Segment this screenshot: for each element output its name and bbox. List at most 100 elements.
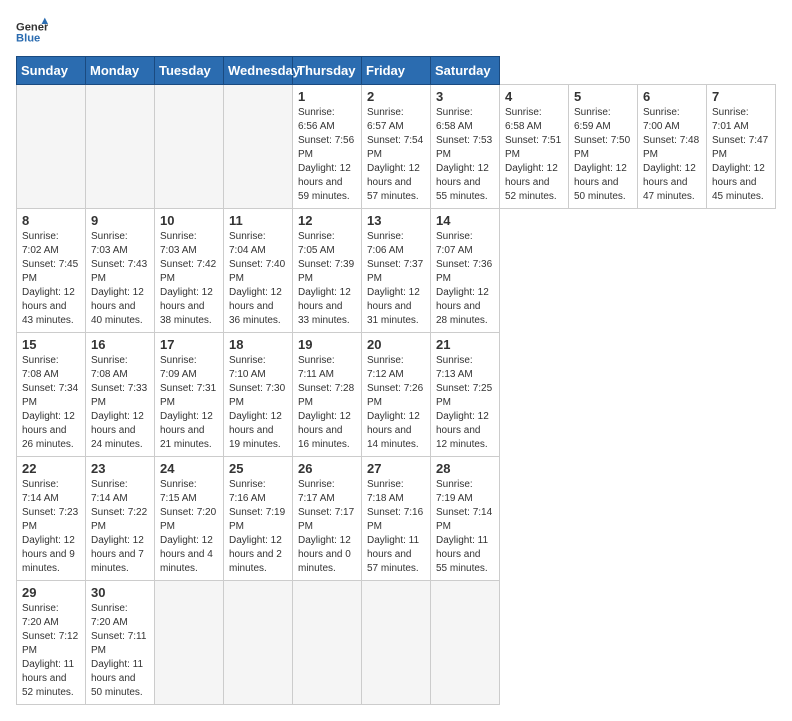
day-info: Sunrise: 7:20 AMSunset: 7:12 PMDaylight:… — [22, 602, 80, 700]
day-cell — [86, 85, 155, 209]
day-number: 30 — [91, 585, 149, 600]
day-cell: 15Sunrise: 7:08 AMSunset: 7:34 PMDayligh… — [17, 333, 86, 457]
day-info: Sunrise: 7:08 AMSunset: 7:33 PMDaylight:… — [91, 354, 149, 452]
logo-icon: General Blue — [16, 16, 48, 48]
day-number: 23 — [91, 461, 149, 476]
day-number: 1 — [298, 89, 356, 104]
day-cell: 24 Sunrise: 7:15 AMSunset: 7:20 PMDayligh… — [155, 457, 224, 581]
day-info: Sunrise: 7:05 AMSunset: 7:39 PMDaylight:… — [298, 230, 356, 328]
day-info: Sunrise: 7:15 AMSunset: 7:20 PMDaylight:… — [160, 478, 218, 576]
day-number: 5 — [574, 89, 632, 104]
day-info: Sunrise: 7:06 AMSunset: 7:37 PMDaylight:… — [367, 230, 425, 328]
day-cell: 1 Sunrise: 6:56 AMSunset: 7:56 PMDaylight… — [293, 85, 362, 209]
day-cell: 6 Sunrise: 7:00 AMSunset: 7:48 PMDaylight… — [638, 85, 707, 209]
svg-text:Blue: Blue — [16, 33, 40, 45]
day-cell: 20 Sunrise: 7:12 AMSunset: 7:26 PMDayligh… — [362, 333, 431, 457]
day-info: Sunrise: 7:07 AMSunset: 7:36 PMDaylight:… — [436, 230, 494, 328]
day-cell: 2 Sunrise: 6:57 AMSunset: 7:54 PMDaylight… — [362, 85, 431, 209]
day-number: 29 — [22, 585, 80, 600]
day-number: 25 — [229, 461, 287, 476]
day-info: Sunrise: 6:59 AMSunset: 7:50 PMDaylight:… — [574, 106, 632, 204]
day-number: 3 — [436, 89, 494, 104]
day-number: 24 — [160, 461, 218, 476]
day-cell: 14 Sunrise: 7:07 AMSunset: 7:36 PMDayligh… — [431, 209, 500, 333]
day-cell — [155, 85, 224, 209]
day-info: Sunrise: 7:18 AMSunset: 7:16 PMDaylight:… — [367, 478, 425, 576]
day-info: Sunrise: 7:08 AMSunset: 7:34 PMDaylight:… — [22, 354, 80, 452]
day-cell: 13Sunrise: 7:06 AMSunset: 7:37 PMDayligh… — [362, 209, 431, 333]
day-number: 19 — [298, 337, 356, 352]
day-cell — [155, 581, 224, 705]
col-header-saturday: Saturday — [431, 57, 500, 85]
day-number: 12 — [298, 213, 356, 228]
day-info: Sunrise: 6:58 AMSunset: 7:53 PMDaylight:… — [436, 106, 494, 204]
day-info: Sunrise: 7:02 AMSunset: 7:45 PMDaylight:… — [22, 230, 80, 328]
day-number: 17 — [160, 337, 218, 352]
day-number: 11 — [229, 213, 287, 228]
day-info: Sunrise: 7:00 AMSunset: 7:48 PMDaylight:… — [643, 106, 701, 204]
day-info: Sunrise: 7:11 AMSunset: 7:28 PMDaylight:… — [298, 354, 356, 452]
day-number: 26 — [298, 461, 356, 476]
day-info: Sunrise: 6:56 AMSunset: 7:56 PMDaylight:… — [298, 106, 356, 204]
day-number: 10 — [160, 213, 218, 228]
day-info: Sunrise: 7:09 AMSunset: 7:31 PMDaylight:… — [160, 354, 218, 452]
day-cell: 9 Sunrise: 7:03 AMSunset: 7:43 PMDaylight… — [86, 209, 155, 333]
day-cell: 16Sunrise: 7:08 AMSunset: 7:33 PMDayligh… — [86, 333, 155, 457]
calendar-table: SundayMondayTuesdayWednesdayThursdayFrid… — [16, 56, 776, 705]
day-info: Sunrise: 7:01 AMSunset: 7:47 PMDaylight:… — [712, 106, 770, 204]
day-number: 8 — [22, 213, 80, 228]
day-cell — [362, 581, 431, 705]
day-number: 18 — [229, 337, 287, 352]
day-number: 27 — [367, 461, 425, 476]
col-header-monday: Monday — [86, 57, 155, 85]
day-cell — [224, 581, 293, 705]
day-number: 20 — [367, 337, 425, 352]
day-number: 28 — [436, 461, 494, 476]
col-header-wednesday: Wednesday — [224, 57, 293, 85]
day-info: Sunrise: 7:10 AMSunset: 7:30 PMDaylight:… — [229, 354, 287, 452]
day-cell: 30 Sunrise: 7:20 AMSunset: 7:11 PMDayligh… — [86, 581, 155, 705]
day-cell: 10Sunrise: 7:03 AMSunset: 7:42 PMDayligh… — [155, 209, 224, 333]
day-info: Sunrise: 7:14 AMSunset: 7:23 PMDaylight:… — [22, 478, 80, 576]
col-header-tuesday: Tuesday — [155, 57, 224, 85]
day-info: Sunrise: 6:58 AMSunset: 7:51 PMDaylight:… — [505, 106, 563, 204]
day-number: 21 — [436, 337, 494, 352]
day-info: Sunrise: 7:19 AMSunset: 7:14 PMDaylight:… — [436, 478, 494, 576]
day-cell: 17 Sunrise: 7:09 AMSunset: 7:31 PMDayligh… — [155, 333, 224, 457]
day-number: 6 — [643, 89, 701, 104]
day-cell: 18 Sunrise: 7:10 AMSunset: 7:30 PMDayligh… — [224, 333, 293, 457]
day-cell — [431, 581, 500, 705]
day-cell: 23 Sunrise: 7:14 AMSunset: 7:22 PMDayligh… — [86, 457, 155, 581]
day-number: 9 — [91, 213, 149, 228]
day-info: Sunrise: 7:12 AMSunset: 7:26 PMDaylight:… — [367, 354, 425, 452]
day-cell: 21 Sunrise: 7:13 AMSunset: 7:25 PMDayligh… — [431, 333, 500, 457]
day-info: Sunrise: 7:14 AMSunset: 7:22 PMDaylight:… — [91, 478, 149, 576]
day-info: Sunrise: 7:13 AMSunset: 7:25 PMDaylight:… — [436, 354, 494, 452]
day-info: Sunrise: 6:57 AMSunset: 7:54 PMDaylight:… — [367, 106, 425, 204]
day-cell: 8 Sunrise: 7:02 AMSunset: 7:45 PMDaylight… — [17, 209, 86, 333]
day-cell — [17, 85, 86, 209]
week-row-2: 8 Sunrise: 7:02 AMSunset: 7:45 PMDaylight… — [17, 209, 776, 333]
col-header-sunday: Sunday — [17, 57, 86, 85]
day-number: 2 — [367, 89, 425, 104]
day-info: Sunrise: 7:04 AMSunset: 7:40 PMDaylight:… — [229, 230, 287, 328]
day-cell: 4Sunrise: 6:58 AMSunset: 7:51 PMDaylight… — [500, 85, 569, 209]
logo: General Blue — [16, 16, 48, 48]
day-number: 14 — [436, 213, 494, 228]
day-cell: 22 Sunrise: 7:14 AMSunset: 7:23 PMDayligh… — [17, 457, 86, 581]
day-cell: 12 Sunrise: 7:05 AMSunset: 7:39 PMDayligh… — [293, 209, 362, 333]
day-cell: 27 Sunrise: 7:18 AMSunset: 7:16 PMDayligh… — [362, 457, 431, 581]
week-row-4: 22 Sunrise: 7:14 AMSunset: 7:23 PMDayligh… — [17, 457, 776, 581]
day-info: Sunrise: 7:03 AMSunset: 7:43 PMDaylight:… — [91, 230, 149, 328]
day-cell: 11 Sunrise: 7:04 AMSunset: 7:40 PMDayligh… — [224, 209, 293, 333]
day-cell — [224, 85, 293, 209]
day-number: 22 — [22, 461, 80, 476]
col-header-thursday: Thursday — [293, 57, 362, 85]
day-cell: 29 Sunrise: 7:20 AMSunset: 7:12 PMDayligh… — [17, 581, 86, 705]
day-cell: 3 Sunrise: 6:58 AMSunset: 7:53 PMDaylight… — [431, 85, 500, 209]
day-info: Sunrise: 7:20 AMSunset: 7:11 PMDaylight:… — [91, 602, 149, 700]
col-header-friday: Friday — [362, 57, 431, 85]
day-cell: 28 Sunrise: 7:19 AMSunset: 7:14 PMDayligh… — [431, 457, 500, 581]
week-row-5: 29 Sunrise: 7:20 AMSunset: 7:12 PMDayligh… — [17, 581, 776, 705]
day-cell: 7Sunrise: 7:01 AMSunset: 7:47 PMDaylight… — [707, 85, 776, 209]
